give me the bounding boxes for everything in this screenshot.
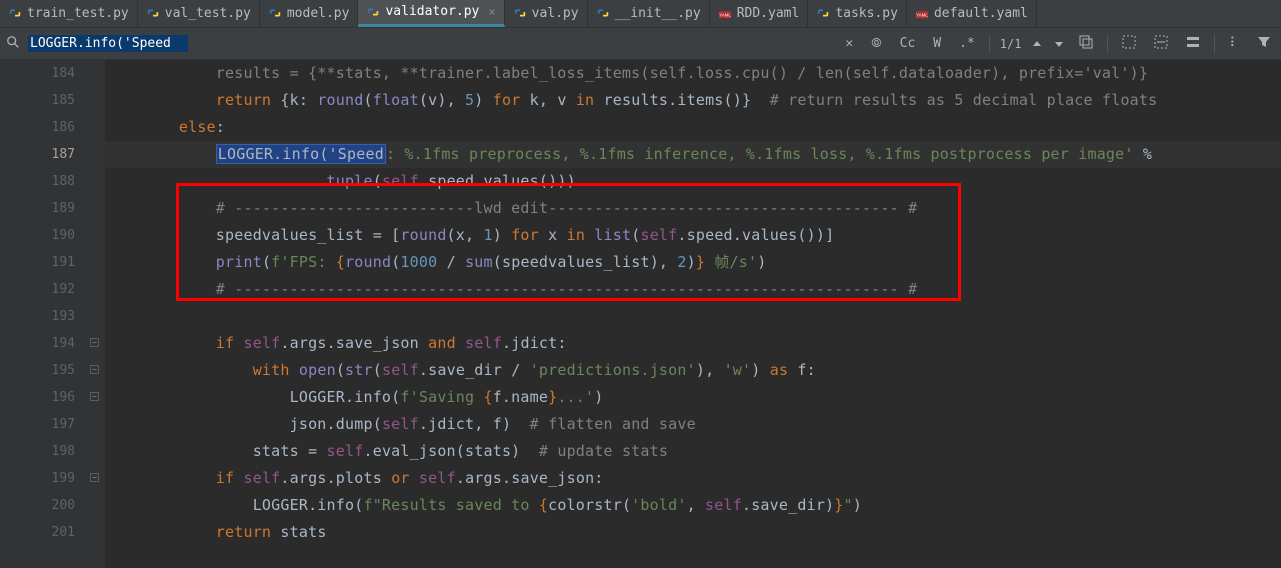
python-file-icon (366, 5, 380, 19)
search-icon (6, 35, 20, 53)
previous-search-icon[interactable]: ⦾ (867, 34, 885, 53)
line-number: 187 (0, 141, 81, 168)
tab-val[interactable]: val.py (505, 0, 588, 27)
close-icon[interactable]: × (488, 5, 495, 19)
tab-model[interactable]: model.py (260, 0, 359, 27)
line-number: 201 (0, 519, 81, 546)
clear-search-icon[interactable]: ✕ (841, 34, 857, 53)
code-line: stats = self.eval_json(stats) # update s… (105, 438, 1281, 465)
code-line: else: (105, 114, 1281, 141)
fold-toggle[interactable]: − (90, 365, 99, 374)
search-input[interactable]: LOGGER.info('Speed (28, 35, 188, 52)
line-number: 191 (0, 249, 81, 276)
python-file-icon (268, 6, 282, 20)
filter-icon[interactable] (1253, 33, 1275, 55)
line-number-gutter: 184185186187188189190191192193194−195−19… (0, 60, 105, 568)
tab-train-test[interactable]: train_test.py (0, 0, 138, 27)
code-line: # --------------------------lwd edit----… (105, 195, 1281, 222)
divider (989, 35, 990, 53)
whole-word-toggle[interactable]: W (929, 34, 945, 53)
remove-selection-button[interactable] (1150, 33, 1172, 55)
line-number: 200 (0, 492, 81, 519)
toggle-selection-button[interactable] (1182, 33, 1204, 55)
code-line: results = {**stats, **trainer.label_loss… (105, 60, 1281, 87)
code-line: LOGGER.info(f"Results saved to {colorstr… (105, 492, 1281, 519)
tab-label: RDD.yaml (737, 6, 800, 21)
code-line: print(f'FPS: {round(1000 / sum(speedvalu… (105, 249, 1281, 276)
python-file-icon (816, 6, 830, 20)
line-number: 192 (0, 276, 81, 303)
line-number: 193 (0, 303, 81, 330)
code-line: if self.args.plots or self.args.save_jso… (105, 465, 1281, 492)
code-line: return stats (105, 519, 1281, 546)
line-number: 196− (0, 384, 81, 411)
yaml-file-icon: YAML (718, 6, 732, 20)
tab-rdd-yaml[interactable]: YAML RDD.yaml (710, 0, 809, 27)
code-line: # --------------------------------------… (105, 276, 1281, 303)
code-line: if self.args.save_json and self.jdict: (105, 330, 1281, 357)
yaml-file-icon: YAML (915, 6, 929, 20)
select-all-button[interactable] (1075, 33, 1097, 55)
tab-label: val_test.py (165, 6, 251, 21)
fold-toggle[interactable]: − (90, 473, 99, 482)
tab-label: validator.py (385, 4, 479, 19)
tab-val-test[interactable]: val_test.py (138, 0, 260, 27)
tab-label: model.py (287, 6, 350, 21)
tab-validator[interactable]: validator.py × (358, 0, 504, 27)
line-number: 197 (0, 411, 81, 438)
line-number: 184 (0, 60, 81, 87)
line-number: 198 (0, 438, 81, 465)
regex-toggle[interactable]: .* (955, 34, 979, 53)
code-area[interactable]: results = {**stats, **trainer.label_loss… (105, 60, 1281, 568)
code-line: with open(str(self.save_dir / 'predictio… (105, 357, 1281, 384)
match-case-toggle[interactable]: Cc (896, 34, 920, 53)
line-number: 199− (0, 465, 81, 492)
tab-label: train_test.py (27, 6, 129, 21)
prev-match-button[interactable] (1031, 38, 1043, 50)
python-file-icon (8, 6, 22, 20)
tab-label: __init__.py (615, 6, 701, 21)
divider (1214, 35, 1215, 53)
fold-toggle[interactable]: − (90, 338, 99, 347)
line-number: 195− (0, 357, 81, 384)
tab-label: val.py (532, 6, 579, 21)
code-line (105, 303, 1281, 330)
code-editor[interactable]: 184185186187188189190191192193194−195−19… (0, 60, 1281, 568)
next-match-button[interactable] (1053, 38, 1065, 50)
tab-label: tasks.py (835, 6, 898, 21)
code-line: LOGGER.info('Speed: %.1fms preprocess, %… (105, 141, 1281, 168)
line-number: 189 (0, 195, 81, 222)
match-count: 1/1 (1000, 37, 1022, 51)
line-number: 194− (0, 330, 81, 357)
line-number: 188 (0, 168, 81, 195)
line-number: 190 (0, 222, 81, 249)
code-line: tuple(self.speed.values())) (105, 168, 1281, 195)
python-file-icon (513, 6, 527, 20)
tab-tasks[interactable]: tasks.py (808, 0, 907, 27)
code-line: speedvalues_list = [round(x, 1) for x in… (105, 222, 1281, 249)
code-line: return {k: round(float(v), 5) for k, v i… (105, 87, 1281, 114)
more-options-button[interactable]: ⠇ (1225, 34, 1243, 53)
code-line: LOGGER.info(f'Saving {f.name}...') (105, 384, 1281, 411)
code-line: json.dump(self.jdict, f) # flatten and s… (105, 411, 1281, 438)
divider (1107, 35, 1108, 53)
line-number: 186 (0, 114, 81, 141)
search-controls: ✕ ⦾ Cc W .* 1/1 ⠇ (841, 33, 1275, 55)
svg-text:YAML: YAML (719, 13, 731, 18)
fold-toggle[interactable]: − (90, 392, 99, 401)
add-selection-button[interactable] (1118, 33, 1140, 55)
python-file-icon (146, 6, 160, 20)
tab-init[interactable]: __init__.py (588, 0, 710, 27)
editor-tabs: train_test.py val_test.py model.py valid… (0, 0, 1281, 28)
svg-text:YAML: YAML (916, 13, 928, 18)
python-file-icon (596, 6, 610, 20)
tab-default-yaml[interactable]: YAML default.yaml (907, 0, 1037, 27)
line-number: 185 (0, 87, 81, 114)
tab-label: default.yaml (934, 6, 1028, 21)
find-bar: LOGGER.info('Speed ✕ ⦾ Cc W .* 1/1 ⠇ (0, 28, 1281, 60)
